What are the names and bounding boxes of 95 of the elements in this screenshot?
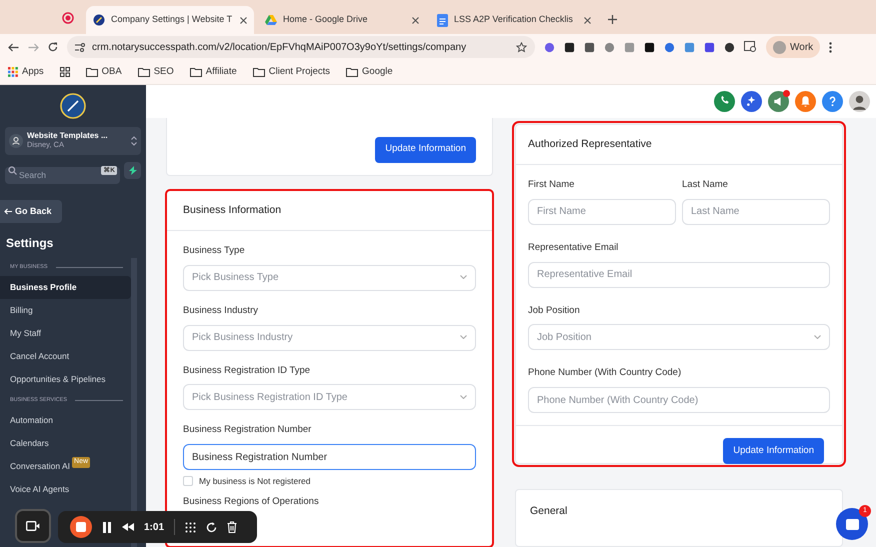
apps-grid-icon <box>8 67 18 77</box>
field-label: Phone Number (With Country Code) <box>528 366 682 380</box>
recording-timer: 1:01 <box>144 520 164 534</box>
star-icon[interactable] <box>516 42 527 52</box>
bookmark[interactable]: OBA <box>86 64 122 80</box>
logo-icon <box>60 93 86 119</box>
field-label: Business Industry <box>183 304 259 318</box>
site-settings-icon[interactable] <box>75 42 86 52</box>
sidebar-item[interactable]: Voice AI Agents <box>0 478 131 501</box>
pause-icon[interactable] <box>102 522 112 532</box>
sidebar-item[interactable]: Calendars <box>0 432 131 455</box>
trash-icon[interactable] <box>227 521 238 533</box>
dropdown-field[interactable]: Pick Business Type <box>183 264 476 291</box>
field-label: Job Position <box>528 304 581 318</box>
field-label: Business Registration ID Type <box>183 364 312 378</box>
avatar-icon <box>773 40 786 54</box>
folder-icon <box>138 67 150 77</box>
sidebar-item[interactable]: Opportunities & Pipelines <box>0 368 131 391</box>
update-button[interactable]: Update Information <box>723 438 824 464</box>
field-label: Business Type <box>183 244 246 258</box>
account-name: Website Templates ... <box>27 132 109 142</box>
record-icon <box>62 12 74 24</box>
site-icon <box>93 14 105 26</box>
field-label: Representative Email <box>528 240 620 255</box>
checkbox[interactable] <box>183 476 193 486</box>
chevron-down-icon <box>460 335 467 339</box>
update-button[interactable]: Update Information <box>375 136 476 162</box>
input-field[interactable]: Business Registration Number <box>183 444 476 470</box>
card-title: Business Information <box>183 202 282 218</box>
browser-tab[interactable]: LSS A2P Verification Checklis <box>430 6 598 34</box>
field-label: Business Registration Number <box>183 423 312 438</box>
lightning-button[interactable] <box>124 162 141 179</box>
close-icon[interactable] <box>240 16 247 24</box>
camera-icon <box>26 521 40 531</box>
tab-search-icon[interactable] <box>744 41 757 53</box>
browser-tab[interactable]: Company Settings | Website T <box>86 6 254 34</box>
dropdown-field[interactable]: Pick Business Industry <box>183 324 476 350</box>
field-label: Business Regions of Operations <box>183 494 319 509</box>
sparkle-icon[interactable] <box>741 91 762 112</box>
triangle-icon <box>265 14 277 26</box>
megaphone-icon[interactable] <box>768 91 789 112</box>
rewind-icon[interactable] <box>122 523 134 531</box>
bookmark[interactable]: Google <box>346 64 393 80</box>
chevron-down-icon <box>814 334 821 339</box>
lightning-icon <box>128 166 136 175</box>
bookmark[interactable]: Client Projects <box>252 64 330 80</box>
back-arrow-icon <box>4 208 12 215</box>
back-arrow-icon[interactable] <box>8 42 19 52</box>
restart-icon[interactable] <box>206 522 218 532</box>
user-icon <box>9 134 23 148</box>
grid-icon[interactable] <box>60 67 70 77</box>
dropdown-field[interactable]: Pick Business Registration ID Type <box>183 384 476 410</box>
chevron-down-icon <box>460 275 467 280</box>
card-title: Authorized Representative <box>528 136 652 152</box>
close-icon[interactable] <box>412 16 419 24</box>
stop-button[interactable] <box>70 516 92 538</box>
folder-icon <box>190 67 202 77</box>
new-tab-icon[interactable] <box>608 15 617 24</box>
address-bar[interactable]: crm.notarysuccesspath.com/v2/location/EpFVhqMAiP007O3y9oYt/settings/company <box>67 36 535 58</box>
folder-icon <box>346 67 358 77</box>
sidebar-item[interactable]: Cancel Account <box>0 345 131 368</box>
field-label: Last Name <box>682 178 729 192</box>
settings-title: Settings <box>5 235 54 252</box>
dropdown-field[interactable]: Job Position <box>528 324 830 350</box>
camera-button[interactable] <box>15 509 51 543</box>
folder-icon <box>86 67 98 77</box>
checkbox-label: My business is Not registered <box>199 475 310 488</box>
chat-icon <box>846 518 858 530</box>
help-icon[interactable] <box>822 91 843 112</box>
chevron-icon <box>131 136 137 146</box>
document-icon <box>437 14 448 26</box>
reload-icon[interactable] <box>48 42 58 52</box>
go-back-button[interactable]: Go Back <box>0 200 62 223</box>
profile-button[interactable]: Work <box>766 36 820 58</box>
folder-icon <box>252 67 265 77</box>
sidebar-item[interactable]: Billing <box>0 299 131 322</box>
bookmark[interactable]: Affiliate <box>190 64 237 80</box>
bookmark[interactable]: SEO <box>138 64 174 80</box>
sidebar-item[interactable]: My Staff <box>0 322 131 345</box>
search-icon <box>8 166 17 175</box>
sidebar-item[interactable]: Conversation AI <box>10 460 70 473</box>
phone-icon[interactable] <box>714 91 735 112</box>
sidebar-item[interactable]: Business Profile <box>0 276 131 299</box>
chevron-down-icon <box>460 394 467 399</box>
bell-icon[interactable] <box>795 91 816 112</box>
stop-icon <box>76 522 86 532</box>
menu-icon[interactable] <box>829 42 832 52</box>
field-label: First Name <box>528 178 576 192</box>
card-title: General <box>530 504 568 520</box>
bookmark[interactable]: Apps <box>8 64 44 80</box>
close-icon[interactable] <box>584 16 591 24</box>
browser-tab[interactable]: Home - Google Drive <box>258 6 426 34</box>
sidebar-item[interactable]: Automation <box>0 409 131 432</box>
avatar-icon[interactable] <box>849 91 870 112</box>
grid-icon[interactable] <box>185 522 196 532</box>
